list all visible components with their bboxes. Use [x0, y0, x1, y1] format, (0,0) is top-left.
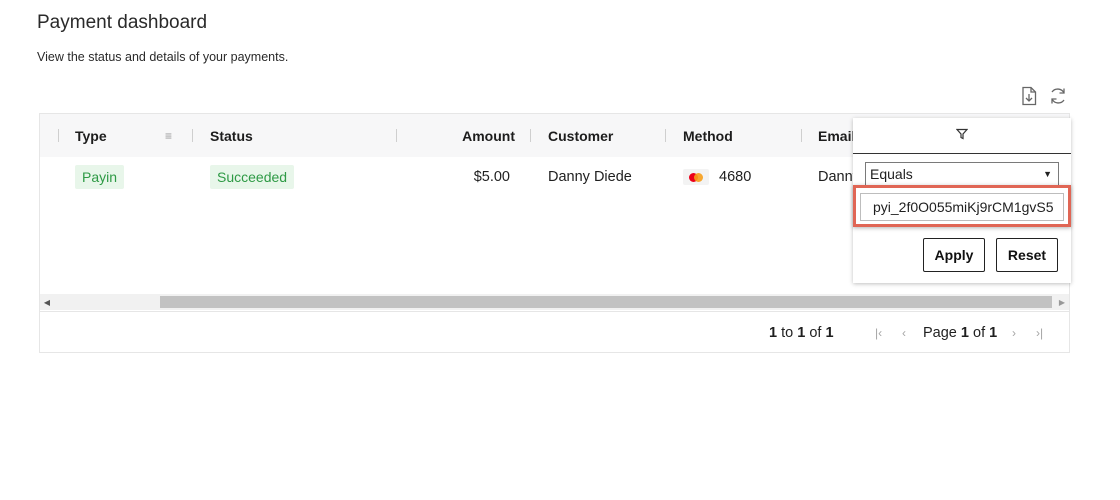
refresh-icon[interactable]	[1048, 86, 1068, 106]
filter-icon	[955, 127, 969, 145]
filter-value-input[interactable]	[860, 193, 1064, 221]
page-title: Payment dashboard	[37, 12, 208, 33]
customer-cell: Danny Diede	[548, 169, 632, 185]
scrollbar-thumb[interactable]	[160, 296, 1052, 308]
pagination-summary: 1 to 1 of 1	[769, 312, 834, 352]
filter-operator-select[interactable]: Equals ▼	[865, 162, 1059, 186]
filter-operator-value: Equals	[870, 166, 913, 182]
column-header-email[interactable]: Email	[818, 114, 855, 157]
column-header-customer[interactable]: Customer	[548, 114, 613, 157]
total-count: 1	[825, 325, 834, 341]
page-label: Page	[923, 325, 957, 341]
next-page-icon[interactable]: ›	[1012, 312, 1016, 352]
mastercard-icon	[683, 169, 709, 185]
column-separator	[396, 129, 397, 142]
page-subtitle: View the status and details of your paym…	[37, 50, 289, 64]
current-page: 1	[960, 325, 969, 341]
column-header-status[interactable]: Status	[210, 114, 253, 157]
previous-page-icon[interactable]: ‹	[902, 312, 906, 352]
download-file-icon[interactable]	[1019, 86, 1039, 106]
of-label: of	[809, 325, 822, 341]
column-separator	[801, 129, 802, 142]
scroll-left-arrow-icon[interactable]: ◀	[40, 294, 54, 310]
filter-tab[interactable]	[853, 118, 1071, 154]
page-indicator: Page 1 of 1	[923, 312, 998, 352]
pagination-bar: 1 to 1 of 1 |‹ ‹ Page 1 of 1 › ›|	[40, 311, 1069, 352]
amount-cell: $5.00	[473, 169, 510, 185]
column-separator	[58, 129, 59, 142]
filter-input-highlight	[853, 185, 1071, 227]
type-badge: Payin	[75, 165, 125, 189]
range-end: 1	[797, 325, 806, 341]
to-label: to	[781, 325, 794, 341]
horizontal-scrollbar[interactable]: ◀ ▶	[40, 294, 1069, 310]
email-cell: Danny	[818, 169, 854, 185]
page-of-label: of	[973, 325, 986, 341]
apply-button[interactable]: Apply	[923, 238, 985, 272]
column-separator	[665, 129, 666, 142]
column-menu-icon[interactable]: ≡	[165, 129, 172, 143]
column-separator	[192, 129, 193, 142]
range-start: 1	[769, 325, 778, 341]
status-badge: Succeeded	[210, 165, 295, 189]
total-pages: 1	[989, 325, 998, 341]
card-last4: 4680	[719, 169, 752, 185]
column-header-type[interactable]: Type	[75, 114, 107, 157]
last-page-icon[interactable]: ›|	[1036, 312, 1043, 352]
first-page-icon[interactable]: |‹	[875, 312, 882, 352]
method-cell: 4680	[683, 157, 751, 197]
type-cell: Payin	[75, 157, 125, 197]
reset-button[interactable]: Reset	[996, 238, 1058, 272]
scroll-right-arrow-icon[interactable]: ▶	[1055, 294, 1069, 310]
column-separator	[530, 129, 531, 142]
column-header-method[interactable]: Method	[683, 114, 733, 157]
status-cell: Succeeded	[210, 157, 295, 197]
column-filter-popup: Equals ▼ Apply Reset	[853, 118, 1071, 283]
chevron-down-icon: ▼	[1043, 169, 1052, 179]
column-header-amount[interactable]: Amount	[422, 114, 515, 157]
